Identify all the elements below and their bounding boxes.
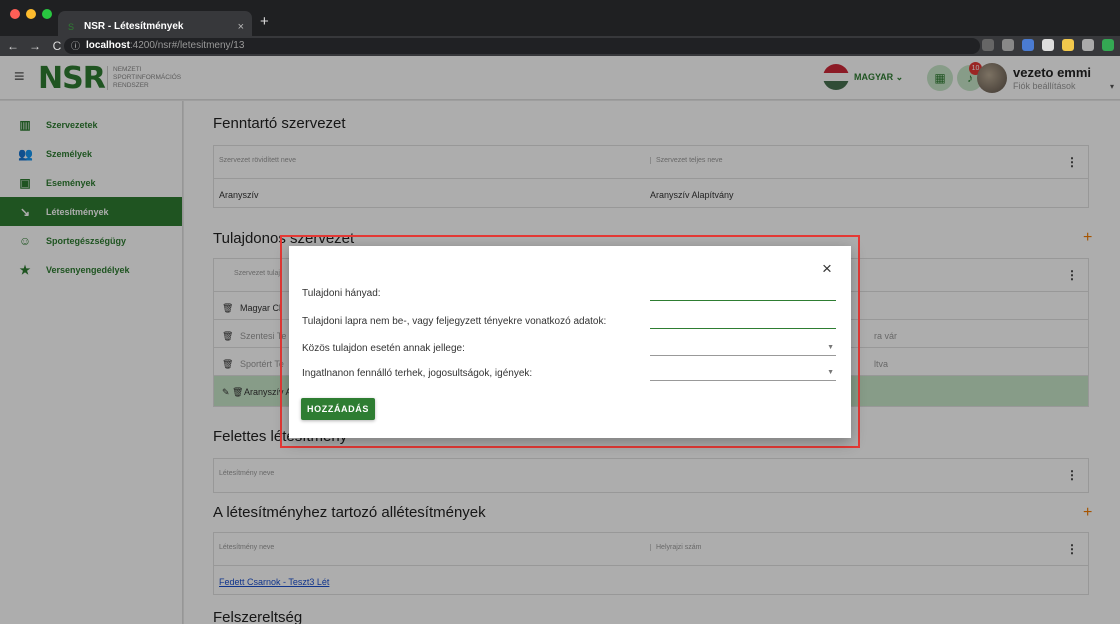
address-bar[interactable]: ⓘ localhost:4200/nsr#/letesitmeny/13 xyxy=(64,38,980,54)
field-label: Ingatlnanon fennálló terhek, jogosultság… xyxy=(302,368,533,379)
profile-icon[interactable] xyxy=(1082,39,1094,51)
add-owner-dialog: × Tulajdoni hányad: Tulajdoni lapra nem … xyxy=(289,246,851,438)
forward-button[interactable]: → xyxy=(26,39,44,53)
window-controls xyxy=(10,9,52,19)
close-window-button[interactable] xyxy=(10,9,20,19)
extension-icon[interactable] xyxy=(1102,39,1114,51)
common-ownership-select[interactable]: ▼ xyxy=(650,342,836,356)
field-label: Tulajdoni lapra nem be-, vagy feljegyzet… xyxy=(302,316,607,327)
field-label: Tulajdoni hányad: xyxy=(302,288,381,299)
tab-title: NSR - Létesítmények xyxy=(84,21,184,32)
nsr-favicon-icon: S xyxy=(68,21,75,32)
extension-icon[interactable] xyxy=(1062,39,1074,51)
browser-tab[interactable]: S NSR - Létesítmények × xyxy=(58,11,252,36)
back-button[interactable]: ← xyxy=(4,39,22,53)
new-tab-button[interactable]: + xyxy=(260,13,269,30)
ownership-share-input[interactable] xyxy=(650,287,836,301)
encumbrances-select[interactable]: ▼ xyxy=(650,367,836,381)
extension-icon[interactable] xyxy=(1042,39,1054,51)
info-icon: ⓘ xyxy=(71,41,81,51)
chevron-down-icon: ▼ xyxy=(827,344,834,351)
add-button[interactable]: HOZZÁADÁS xyxy=(301,398,375,420)
browser-tabstrip: S NSR - Létesítmények × + xyxy=(0,0,1120,36)
browser-toolbar: ← → C ⓘ localhost:4200/nsr#/letesitmeny/… xyxy=(0,36,1120,56)
minimize-window-button[interactable] xyxy=(26,9,36,19)
url-host: localhost xyxy=(86,40,130,51)
tab-close-icon[interactable]: × xyxy=(238,21,244,33)
field-label: Közös tulajdon esetén annak jellege: xyxy=(302,343,465,354)
chevron-down-icon: ▼ xyxy=(827,369,834,376)
url-path: :4200/nsr#/letesitmeny/13 xyxy=(129,40,245,51)
extensions-area xyxy=(982,39,1114,51)
close-icon[interactable]: × xyxy=(822,259,832,279)
extension-icon[interactable] xyxy=(1022,39,1034,51)
maximize-window-button[interactable] xyxy=(42,9,52,19)
extension-icon[interactable] xyxy=(1002,39,1014,51)
star-icon[interactable] xyxy=(982,39,994,51)
unregistered-facts-input[interactable] xyxy=(650,315,836,329)
